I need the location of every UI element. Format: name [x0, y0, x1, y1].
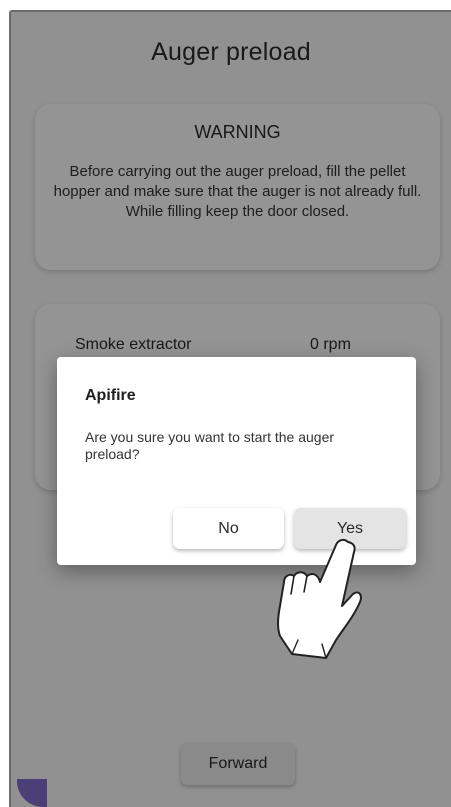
hand-pointer-icon	[277, 538, 362, 659]
dialog-title: Apifire	[85, 387, 136, 404]
dialog-message: Are you sure you want to start the auger…	[85, 429, 335, 462]
confirm-dialog: Apifire Are you sure you want to start t…	[57, 357, 416, 565]
